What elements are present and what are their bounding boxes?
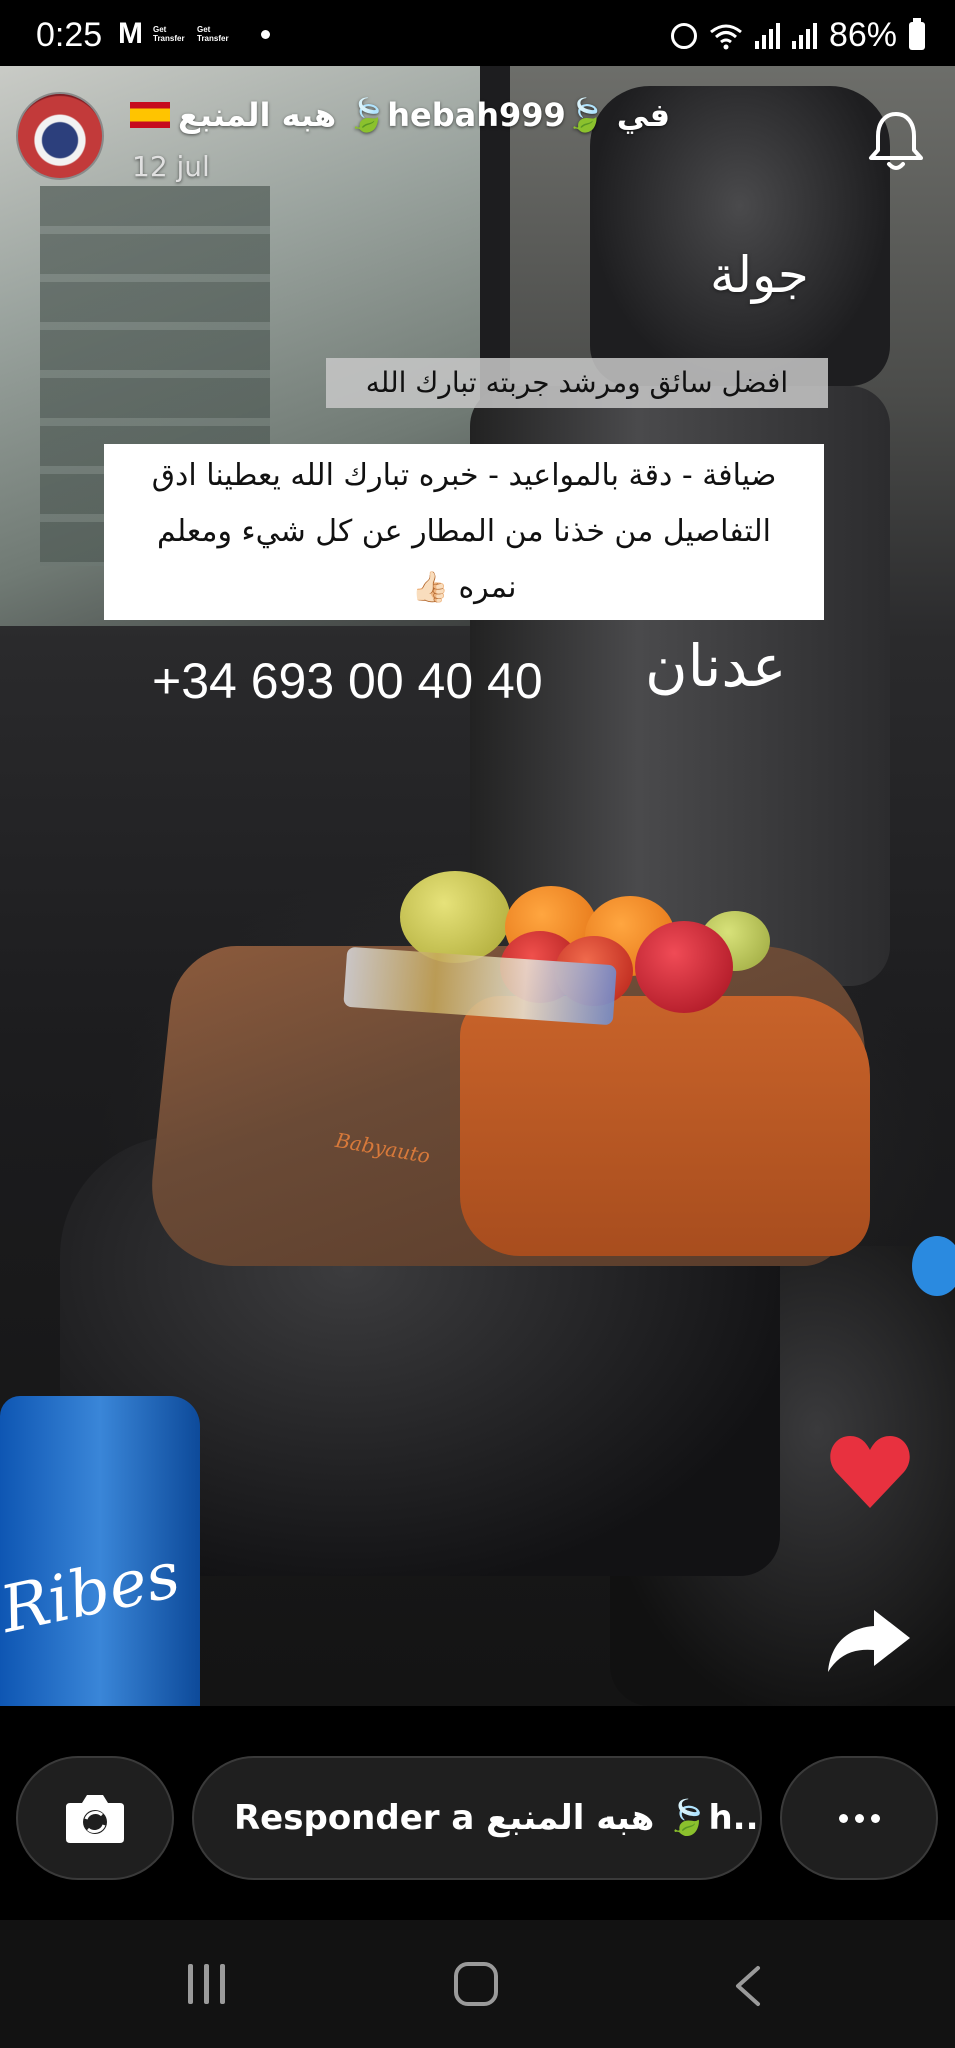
share-icon[interactable] [824,1606,912,1676]
system-nav-bar [0,1920,955,2048]
fruit-apple-red [635,921,733,1013]
reply-input[interactable]: Responder a هبه المنبع 🍃h... [192,1756,762,1880]
alarm-icon [670,22,697,49]
caption-review-line: نمره 👍🏻 [411,570,517,605]
more-button[interactable] [780,1756,938,1880]
signal-icon [754,22,780,49]
recents-button[interactable] [188,1964,225,2004]
caption-review: ضيافة - دقة بالمواعيد - خبره تبارك الله … [104,444,824,620]
battery-percent: 86% [828,16,897,54]
caption-driver-name: عدنان [645,632,787,700]
battery-icon [909,17,925,50]
camera-switch-icon [66,1795,124,1843]
bell-icon[interactable] [866,108,926,174]
get-transfer-icon: Get Transfer [197,25,229,43]
blue-bottle-cap [912,1236,955,1296]
status-bar: 0:25 M Get Transfer Get Transfer 86% [0,0,955,66]
caption-phone-number: +34 693 00 40 40 [152,653,543,709]
gmail-icon: M [118,17,143,50]
story-username[interactable]: هبه المنبع 🍃hebah999🍃 في [130,96,670,134]
spain-flag-icon [130,102,170,128]
caption-driver: افضل سائق ومرشد جربته تبارك الله [326,358,828,408]
booster-seat-side [460,996,870,1256]
camera-button[interactable] [16,1756,174,1880]
more-dots-icon [854,1813,864,1823]
home-button[interactable] [454,1962,498,2006]
wifi-icon [710,24,742,49]
get-transfer-icon: Get Transfer [153,25,185,43]
more-notifications-icon [261,29,270,39]
more-dots-icon [838,1813,848,1823]
fruit-apple-yellow [400,871,510,963]
username-text: هبه المنبع 🍃hebah999🍃 في [178,96,671,134]
system-icons: 86% [670,16,925,55]
status-time: 0:25 [36,16,103,54]
reply-bar: Responder a هبه المنبع 🍃h... [0,1706,955,1920]
notification-icons: M Get Transfer Get Transfer [118,17,270,50]
signal-icon [791,22,817,49]
heart-icon[interactable] [826,1432,914,1512]
caption-tour: جولة [710,246,809,304]
story-photo[interactable]: Babyauto Ribes [0,66,955,1706]
caption-review-line: التفاصيل من خذنا من المطار عن كل شيء ومع… [157,514,771,549]
more-dots-icon [870,1813,880,1823]
story-date: 12 jul [132,150,210,183]
caption-review-line: ضيافة - دقة بالمواعيد - خبره تبارك الله … [151,458,777,493]
back-button[interactable] [728,1964,768,2008]
avatar[interactable] [16,92,104,180]
